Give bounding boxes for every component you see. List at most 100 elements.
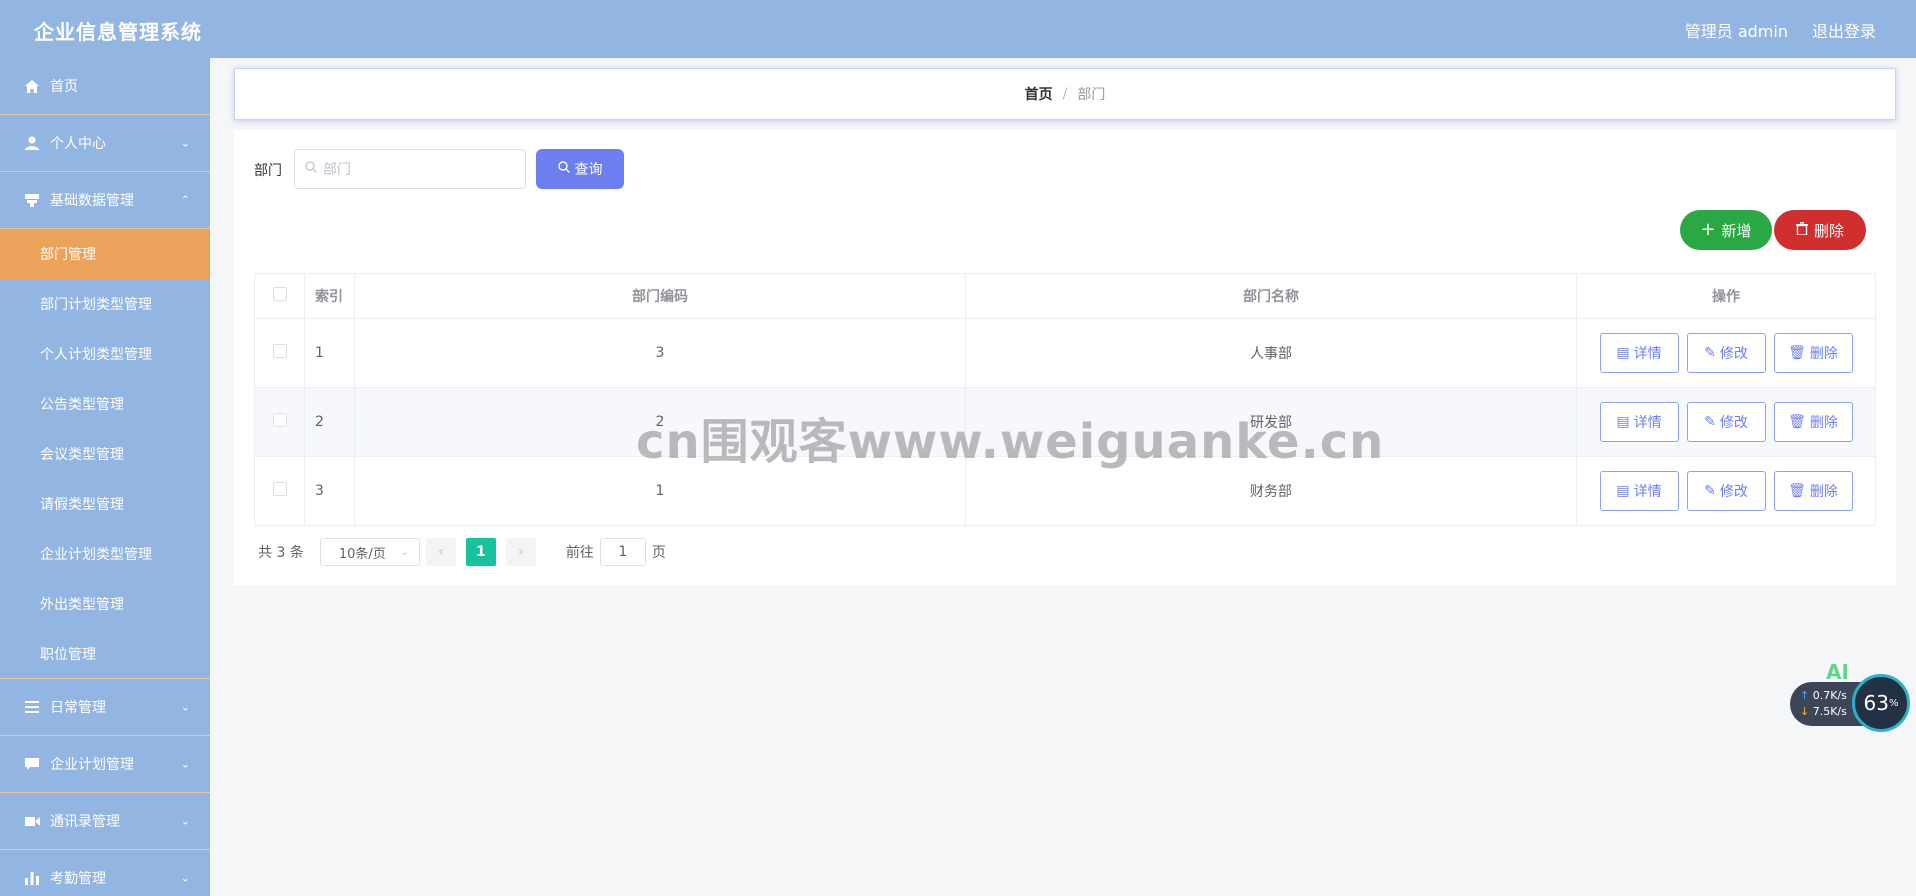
sidebar-item-attendance[interactable]: 考勤管理 ⌄ [0,850,210,896]
ai-badge: AI [1826,660,1849,684]
select-all-checkbox[interactable] [272,287,287,301]
chevron-down-icon: ⌄ [180,871,190,885]
sidebar-item-label: 通讯录管理 [50,814,120,830]
sidebar-item-contacts[interactable]: 通讯录管理 ⌄ [0,793,210,850]
edit-button[interactable]: ✎ 修改 [1686,402,1766,442]
batch-delete-button[interactable]: 删除 [1774,210,1866,250]
header-name: 部门名称 [965,273,1577,319]
top-header: 企业信息管理系统 管理员 admin 退出登录 [0,0,1916,58]
trash-icon: 🗑 [1788,483,1806,499]
upload-speed: 0.7 [1812,689,1831,702]
plus-icon: + [1700,219,1716,240]
page-size-select[interactable]: 10条/页 ⌄ [319,538,420,566]
search-field[interactable] [294,149,526,189]
chevron-down-icon: ⌄ [180,757,190,771]
query-button-label: 查询 [574,162,603,178]
home-icon [24,78,40,94]
chevron-up-icon: ⌃ [180,193,190,207]
upload-arrow-icon: ↑ [1800,689,1810,702]
row-delete-button[interactable]: 🗑 删除 [1773,333,1853,373]
sidebar-item-company-plan[interactable]: 企业计划管理 ⌄ [0,736,210,793]
detail-label: 详情 [1633,415,1662,431]
page-number-current[interactable]: 1 [465,538,496,566]
sidebar-item-label: 考勤管理 [50,871,106,887]
pencil-icon: ✎ [1704,483,1716,499]
edit-button[interactable]: ✎ 修改 [1686,471,1766,511]
row-delete-button[interactable]: 🗑 删除 [1773,402,1853,442]
sidebar-item-basic-data[interactable]: 基础数据管理 ⌃ [0,172,210,229]
detail-button[interactable]: ▤ 详情 [1599,402,1679,442]
sidebar-subitem-department[interactable]: 部门管理 [0,229,210,279]
chart-icon [24,870,40,886]
main-panel: 部门 查询 + 新增 删除 索引 部门编码 部门名称 操作 [234,130,1896,585]
search-icon [305,161,317,177]
sidebar-subitem-position[interactable]: 职位管理 [0,629,210,679]
row-checkbox[interactable] [272,482,287,496]
download-arrow-icon: ↓ [1800,705,1810,718]
sidebar-subitem-leave-type[interactable]: 请假类型管理 [0,479,210,529]
total-count: 共 3 条 [258,545,304,561]
cell-index: 2 [304,387,355,457]
next-page-button[interactable]: › [505,538,536,566]
sidebar-subitem-personal-plan-type[interactable]: 个人计划类型管理 [0,329,210,379]
header-code: 部门编码 [354,273,966,319]
logout-link[interactable]: 退出登录 [1812,18,1876,42]
user-icon [24,135,40,151]
network-monitor-widget[interactable]: AI ↑ 0.7K/s ↓ 7.5K/s 63% [1790,660,1910,736]
detail-label: 详情 [1633,346,1662,362]
sidebar-item-daily[interactable]: 日常管理 ⌄ [0,679,210,736]
sidebar-subitem-notice-type[interactable]: 公告类型管理 [0,379,210,429]
cell-index: 1 [304,318,355,388]
chat-icon [24,756,40,772]
document-icon: ▤ [1616,345,1630,361]
video-icon [24,813,40,829]
detail-button[interactable]: ▤ 详情 [1599,471,1679,511]
trash-icon: 🗑 [1788,414,1806,430]
query-button[interactable]: 查询 [536,149,624,189]
header-user-area: 管理员 admin 退出登录 [1685,18,1876,42]
sidebar-subitem-meeting-type[interactable]: 会议类型管理 [0,429,210,479]
edit-label: 修改 [1719,415,1748,431]
row-checkbox[interactable] [272,413,287,427]
prev-page-button[interactable]: ‹ [425,538,456,566]
row-delete-button[interactable]: 🗑 删除 [1773,471,1853,511]
row-delete-label: 删除 [1809,415,1838,431]
sidebar-item-label: 个人中心 [50,136,106,152]
pencil-icon: ✎ [1704,414,1716,430]
upload-unit: K/s [1830,689,1847,702]
search-input[interactable] [323,161,513,177]
sidebar: 首页 个人中心 ⌄ 基础数据管理 ⌃ 部门管理 部门计划类型管理 个人计划类型管… [0,58,210,896]
sidebar-item-label: 企业计划管理 [50,757,134,773]
goto-page-input[interactable]: 1 [599,538,646,566]
breadcrumb: 首页 / 部门 [234,68,1896,120]
detail-button[interactable]: ▤ 详情 [1599,333,1679,373]
app-title: 企业信息管理系统 [34,20,202,44]
row-delete-label: 删除 [1809,346,1838,362]
search-label: 部门 [254,163,282,179]
breadcrumb-home[interactable]: 首页 [1025,84,1053,104]
table-row: 1 3 人事部 ▤ 详情 ✎ 修改 🗑 删除 [254,318,1876,388]
edit-button[interactable]: ✎ 修改 [1686,333,1766,373]
cell-ops: ▤ 详情 ✎ 修改 🗑 删除 [1576,387,1876,457]
sidebar-item-personal[interactable]: 个人中心 ⌄ [0,115,210,172]
add-button[interactable]: + 新增 [1680,210,1772,250]
row-select-cell [254,456,305,526]
sidebar-item-label: 日常管理 [50,700,106,716]
edit-label: 修改 [1719,484,1748,500]
sidebar-item-home[interactable]: 首页 [0,58,210,115]
sidebar-subitem-company-plan-type[interactable]: 企业计划类型管理 [0,529,210,579]
chevron-down-icon: ⌄ [180,700,190,714]
search-icon [557,161,570,177]
admin-label[interactable]: 管理员 admin [1685,18,1788,42]
cell-ops: ▤ 详情 ✎ 修改 🗑 删除 [1576,456,1876,526]
row-checkbox[interactable] [272,344,287,358]
table-header-row: 索引 部门编码 部门名称 操作 [254,273,1876,319]
sidebar-subitem-dept-plan-type[interactable]: 部门计划类型管理 [0,279,210,329]
goto-label: 前往 [565,545,594,561]
list-icon [24,699,40,715]
pencil-icon: ✎ [1704,345,1716,361]
chevron-down-icon: ⌄ [180,136,190,150]
document-icon: ▤ [1616,483,1630,499]
cell-name: 人事部 [965,318,1577,388]
sidebar-subitem-outing-type[interactable]: 外出类型管理 [0,579,210,629]
